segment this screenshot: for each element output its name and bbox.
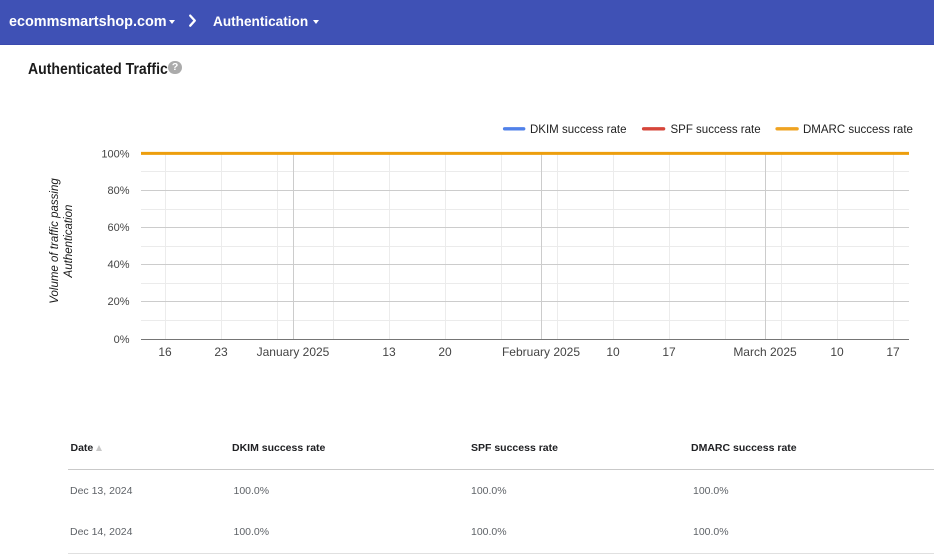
- svg-text:January 2025: January 2025: [257, 345, 330, 359]
- svg-text:17: 17: [662, 345, 676, 359]
- svg-text:17: 17: [886, 345, 900, 359]
- svg-text:40%: 40%: [107, 259, 129, 271]
- svg-text:100%: 100%: [101, 148, 129, 160]
- svg-text:10: 10: [606, 345, 620, 359]
- svg-text:March 2025: March 2025: [733, 345, 797, 359]
- svg-text:13: 13: [382, 345, 396, 359]
- svg-text:80%: 80%: [107, 185, 129, 197]
- svg-text:20: 20: [438, 345, 452, 359]
- svg-text:DMARC success rate: DMARC success rate: [803, 124, 913, 136]
- svg-text:0%: 0%: [114, 334, 130, 346]
- svg-text:DKIM success rate: DKIM success rate: [530, 124, 627, 136]
- svg-text:Volume of traffic passing: Volume of traffic passing: [49, 178, 61, 304]
- svg-text:February 2025: February 2025: [502, 345, 580, 359]
- svg-text:Authentication: Authentication: [63, 205, 75, 279]
- svg-text:23: 23: [214, 345, 228, 359]
- svg-text:10: 10: [830, 345, 844, 359]
- svg-text:SPF success rate: SPF success rate: [671, 124, 761, 136]
- svg-text:20%: 20%: [107, 296, 129, 308]
- svg-text:16: 16: [158, 345, 172, 359]
- svg-text:60%: 60%: [107, 222, 129, 234]
